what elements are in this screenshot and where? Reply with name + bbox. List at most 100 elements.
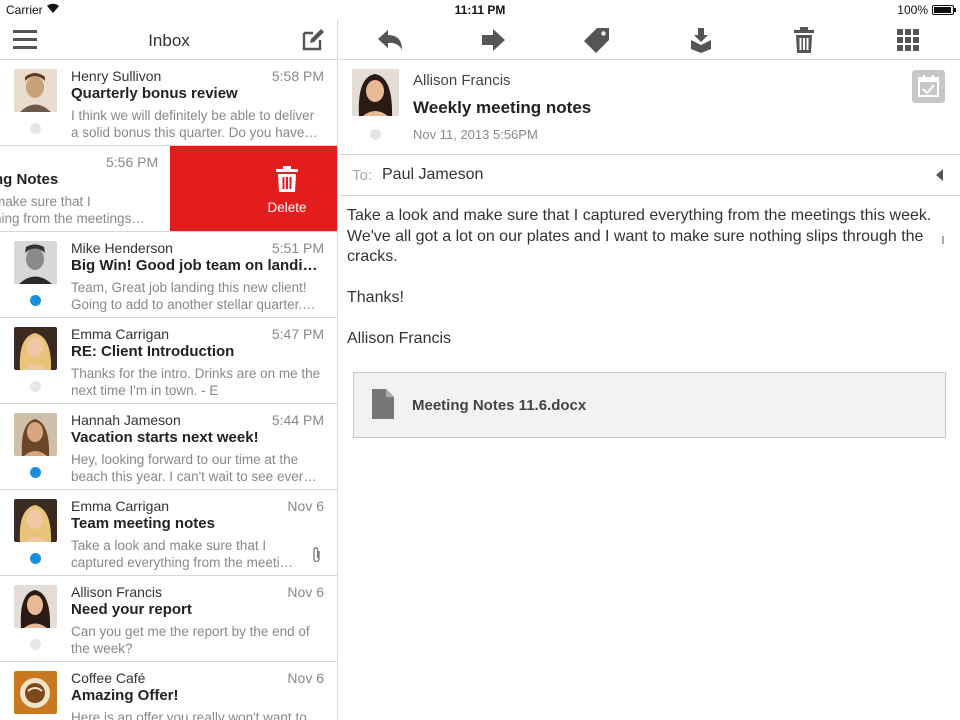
unread-indicator xyxy=(30,467,41,478)
mail-preview: I think we will definitely be able to de… xyxy=(71,107,323,141)
tag-icon[interactable] xyxy=(583,26,611,54)
status-time: 11:11 PM xyxy=(454,3,506,17)
attachment-name: Meeting Notes 11.6.docx xyxy=(412,397,587,414)
inbox-pane: Inbox Henry Sullivon 5:58 PM Quarterly b… xyxy=(0,20,338,720)
attachment-icon xyxy=(313,547,320,563)
forward-icon[interactable] xyxy=(479,26,507,54)
mail-subject: Amazing Offer! xyxy=(71,687,179,704)
read-indicator xyxy=(370,129,381,140)
mail-time: 5:47 PM xyxy=(271,326,324,342)
mail-sender: Emma Carrigan xyxy=(71,498,170,514)
mail-subject: Quarterly bonus review xyxy=(71,85,238,102)
preview-line: captured everything from the meeti… xyxy=(71,555,294,570)
body-paragraph: Allison Francis xyxy=(347,330,452,347)
message-body: Take a look and make sure that I capture… xyxy=(347,206,943,370)
archive-icon[interactable] xyxy=(687,26,715,54)
expand-recipients-icon[interactable] xyxy=(936,169,943,181)
scroll-indicator xyxy=(942,236,944,244)
delete-label: Delete xyxy=(267,200,307,215)
mail-sender: Emma Carrigan xyxy=(71,326,170,342)
avatar xyxy=(14,241,57,284)
mail-subject: Team meeting notes xyxy=(71,515,215,532)
mail-preview: Here is an offer you really won't want t… xyxy=(71,709,323,720)
mail-list-item[interactable]: Emma Carrigan Nov 6 Team meeting notes T… xyxy=(0,490,337,576)
mail-sender: Coffee Café xyxy=(71,670,146,686)
message-toolbar xyxy=(339,20,960,60)
mail-list-item-swiped[interactable]: 5:56 PM ng Notes make sure that I ning f… xyxy=(0,146,337,232)
mail-subject: Need your report xyxy=(71,601,192,618)
preview-line: Team, Great job landing this new client! xyxy=(71,280,307,295)
message-header: Allison Francis Weekly meeting notes Nov… xyxy=(339,60,960,155)
mail-sender: Mike Henderson xyxy=(71,240,173,256)
unread-indicator xyxy=(30,295,41,306)
mail-time: 5:51 PM xyxy=(271,240,324,256)
mail-time: 5:44 PM xyxy=(271,412,324,428)
recipients-row[interactable]: To: Paul Jameson xyxy=(339,155,960,196)
read-indicator xyxy=(30,123,41,134)
calendar-icon[interactable] xyxy=(912,70,945,103)
mail-time: Nov 6 xyxy=(287,498,324,514)
mail-time: Nov 6 xyxy=(287,670,324,686)
battery-percent: 100% xyxy=(897,3,928,17)
preview-line: Take a look and make sure that I xyxy=(71,538,267,553)
preview-line: the week? xyxy=(71,641,133,656)
avatar xyxy=(14,671,57,714)
grid-icon[interactable] xyxy=(894,26,922,54)
mail-subject: Big Win! Good job team on landin… xyxy=(71,257,325,274)
preview-line: I think we will definitely be able to de… xyxy=(71,108,315,123)
attachment-card[interactable]: Meeting Notes 11.6.docx xyxy=(353,372,946,438)
reply-icon[interactable] xyxy=(376,26,404,54)
mail-preview: make sure that I ning from the meetings… xyxy=(0,193,145,227)
avatar xyxy=(14,327,57,370)
avatar xyxy=(14,69,57,112)
mail-preview: Can you get me the report by the end of … xyxy=(71,623,323,657)
preview-line: a solid bonus this quarter. Do you have… xyxy=(71,125,318,140)
battery-icon xyxy=(932,5,956,15)
recipient-name: Paul Jameson xyxy=(382,166,484,183)
mail-time: 5:58 PM xyxy=(271,68,324,84)
mail-time: Nov 6 xyxy=(287,584,324,600)
trash-icon[interactable] xyxy=(790,26,818,54)
preview-line: Hey, looking forward to our time at the xyxy=(71,452,299,467)
preview-line: Can you get me the report by the end of xyxy=(71,624,310,639)
message-date: Nov 11, 2013 5:56PM xyxy=(413,127,538,142)
message-sender: Allison Francis xyxy=(413,72,511,89)
status-bar: Carrier 11:11 PM 100% xyxy=(0,0,960,20)
preview-line: beach this year. I can't wait to see eve… xyxy=(71,469,317,484)
avatar xyxy=(14,499,57,542)
mail-subject: ng Notes xyxy=(0,171,59,188)
mail-preview: Take a look and make sure that I capture… xyxy=(71,537,323,571)
mail-subject: RE: Client Introduction xyxy=(71,343,235,360)
read-indicator xyxy=(30,381,41,392)
preview-line: Here is an offer you really won't want t… xyxy=(71,710,307,720)
read-indicator xyxy=(30,639,41,650)
mail-preview: Team, Great job landing this new client!… xyxy=(71,279,323,313)
mail-list-item[interactable]: Hannah Jameson 5:44 PM Vacation starts n… xyxy=(0,404,337,490)
message-subject: Weekly meeting notes xyxy=(413,98,592,117)
preview-line: Thanks for the intro. Drinks are on me t… xyxy=(71,366,321,381)
inbox-header: Inbox xyxy=(0,20,337,60)
mail-subject: Vacation starts next week! xyxy=(71,429,259,446)
mail-list-item[interactable]: Coffee Café Nov 6 Amazing Offer! Here is… xyxy=(0,662,337,720)
mail-time: 5:56 PM xyxy=(106,154,159,170)
sender-avatar xyxy=(352,69,399,116)
mail-preview: Thanks for the intro. Drinks are on me t… xyxy=(71,365,323,399)
mail-list-item[interactable]: Henry Sullivon 5:58 PM Quarterly bonus r… xyxy=(0,60,337,146)
mail-list-item[interactable]: Allison Francis Nov 6 Need your report C… xyxy=(0,576,337,662)
to-label: To: xyxy=(352,167,373,184)
mail-sender: Henry Sullivon xyxy=(71,68,162,84)
preview-line: make sure that I xyxy=(0,194,91,209)
mail-list-item[interactable]: Mike Henderson 5:51 PM Big Win! Good job… xyxy=(0,232,337,318)
avatar xyxy=(14,585,57,628)
preview-line: next time I'm in town. - E xyxy=(71,383,219,398)
preview-line: ning from the meetings… xyxy=(0,211,145,226)
mail-list-item[interactable]: Emma Carrigan 5:47 PM RE: Client Introdu… xyxy=(0,318,337,404)
unread-indicator xyxy=(30,553,41,564)
mail-sender: Hannah Jameson xyxy=(71,412,181,428)
document-icon xyxy=(372,389,394,419)
message-pane: Allison Francis Weekly meeting notes Nov… xyxy=(339,20,960,720)
delete-button[interactable]: Delete xyxy=(170,146,337,231)
trash-icon xyxy=(276,166,298,192)
compose-icon[interactable] xyxy=(301,28,325,52)
avatar xyxy=(14,413,57,456)
